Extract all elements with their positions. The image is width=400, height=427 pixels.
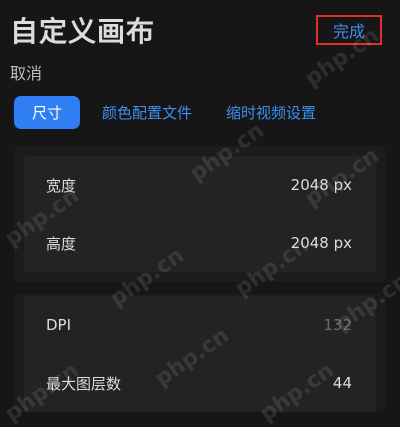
- dpi-row: DPI 132: [24, 296, 376, 354]
- done-button-label: 完成: [332, 22, 365, 41]
- tab-size[interactable]: 尺寸: [14, 96, 80, 129]
- tab-size-label: 尺寸: [31, 104, 62, 122]
- dpi-label: DPI: [46, 316, 72, 334]
- tab-color-profile-label: 颜色配置文件: [102, 104, 193, 122]
- tab-timelapse-settings-label: 缩时视频设置: [226, 104, 317, 122]
- info-panel: DPI 132 最大图层数 44: [14, 294, 386, 412]
- page-title: 自定义画布: [10, 15, 156, 48]
- width-row[interactable]: 宽度 2048 px: [24, 156, 376, 214]
- tab-color-profile[interactable]: 颜色配置文件: [102, 102, 192, 123]
- done-button[interactable]: 完成: [316, 15, 382, 45]
- width-label: 宽度: [46, 176, 77, 195]
- max-layers-value: 44: [332, 374, 352, 392]
- tab-bar: 尺寸 颜色配置文件 缩时视频设置: [14, 96, 316, 129]
- width-value[interactable]: 2048 px: [291, 176, 352, 194]
- height-row[interactable]: 高度 2048 px: [24, 214, 376, 272]
- height-value[interactable]: 2048 px: [291, 234, 352, 252]
- dpi-value: 132: [323, 316, 352, 334]
- size-panel: 宽度 2048 px 高度 2048 px: [14, 146, 386, 282]
- tab-timelapse-settings[interactable]: 缩时视频设置: [226, 102, 316, 123]
- height-label: 高度: [46, 234, 77, 253]
- max-layers-row: 最大图层数 44: [24, 354, 376, 412]
- cancel-button[interactable]: 取消: [10, 60, 42, 84]
- max-layers-label: 最大图层数: [46, 374, 122, 393]
